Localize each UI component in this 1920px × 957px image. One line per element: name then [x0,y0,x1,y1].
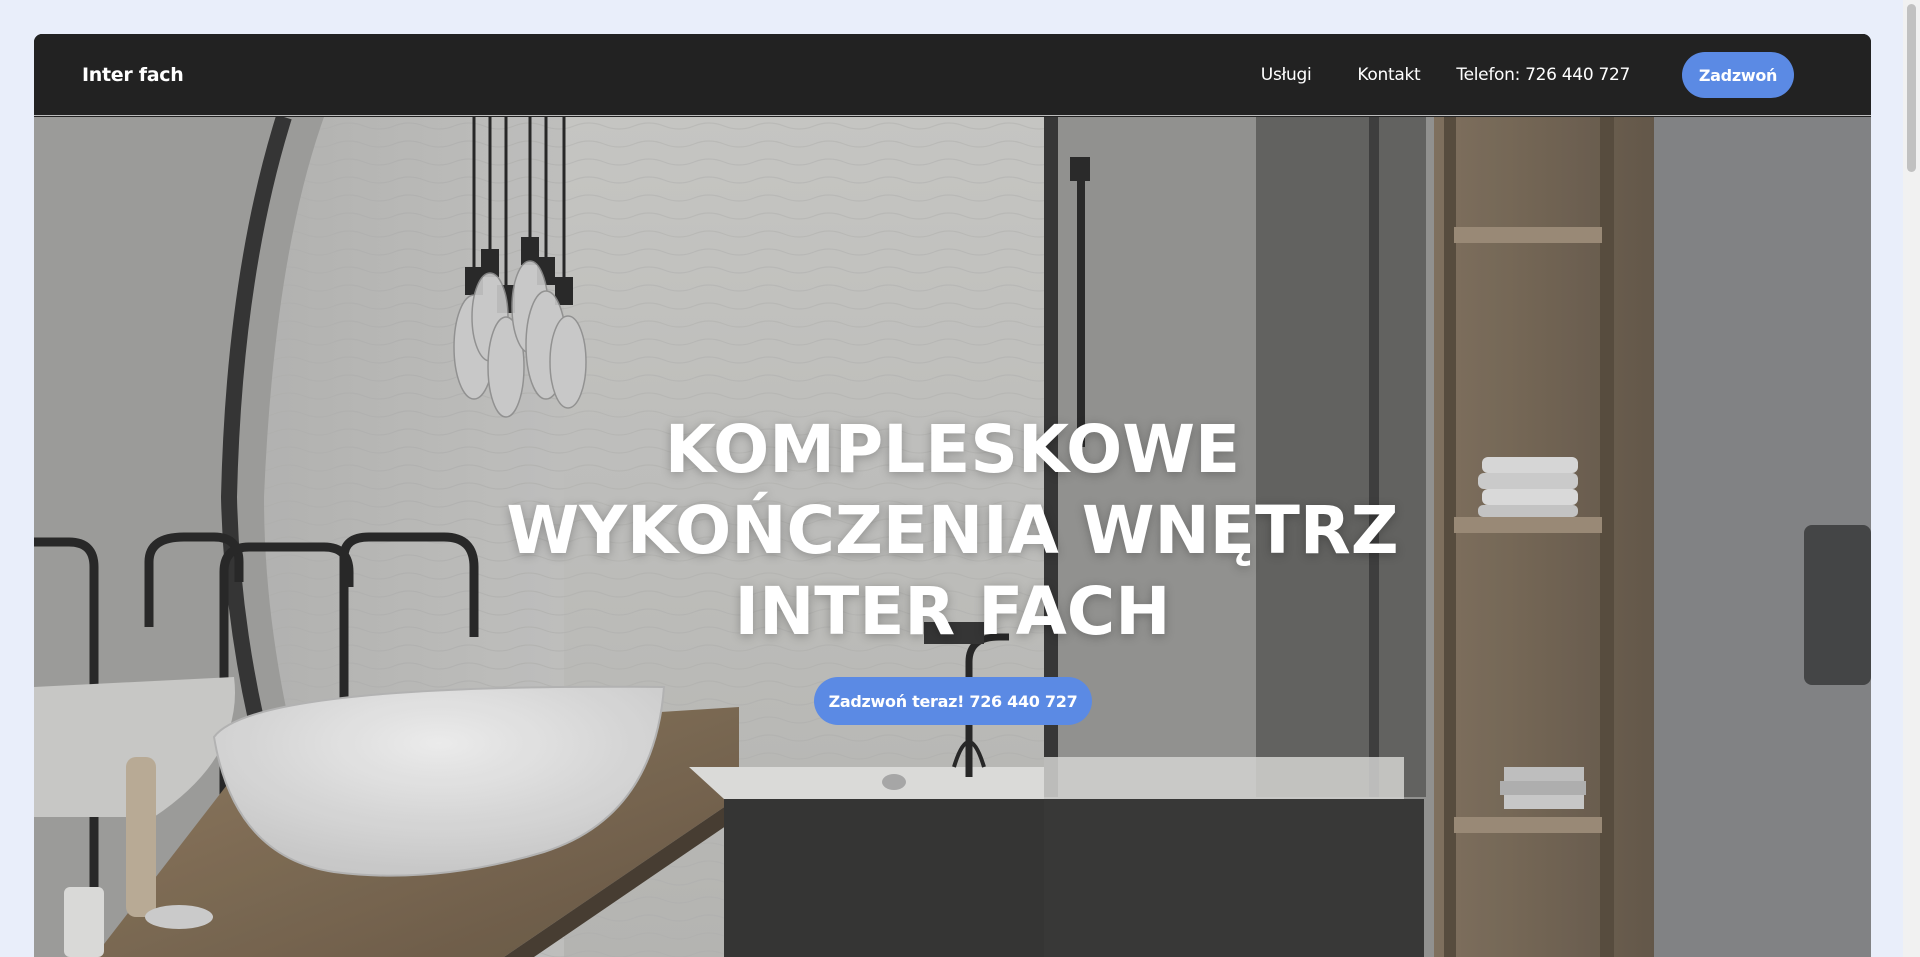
nav-link-uslugi[interactable]: Usługi [1261,65,1312,85]
nav-link-phone[interactable]: Telefon: 726 440 727 [1456,65,1630,85]
navbar: Inter fach Usługi Kontakt Telefon: 726 4… [34,34,1871,116]
hero-title-line-2: WYKOŃCZENIA WNĘTRZ [506,492,1399,569]
hero-title: KOMPLESKOWE WYKOŃCZENIA WNĘTRZ INTER FAC… [34,409,1871,652]
brand-logo[interactable]: Inter fach [82,64,184,86]
page-scrollbar[interactable] [1903,0,1920,957]
hero-section: KOMPLESKOWE WYKOŃCZENIA WNĘTRZ INTER FAC… [34,117,1871,957]
hero-title-line-3: INTER FACH [734,573,1171,650]
call-button[interactable]: Zadzwoń [1682,52,1794,98]
hero-call-now-button[interactable]: Zadzwoń teraz! 726 440 727 [814,677,1092,725]
hero-title-line-1: KOMPLESKOWE [664,411,1241,488]
page-container: Inter fach Usługi Kontakt Telefon: 726 4… [34,34,1871,957]
nav-link-kontakt[interactable]: Kontakt [1357,65,1420,85]
nav-links: Usługi Kontakt Telefon: 726 440 727 Zadz… [1261,34,1794,116]
scrollbar-thumb[interactable] [1907,4,1916,172]
